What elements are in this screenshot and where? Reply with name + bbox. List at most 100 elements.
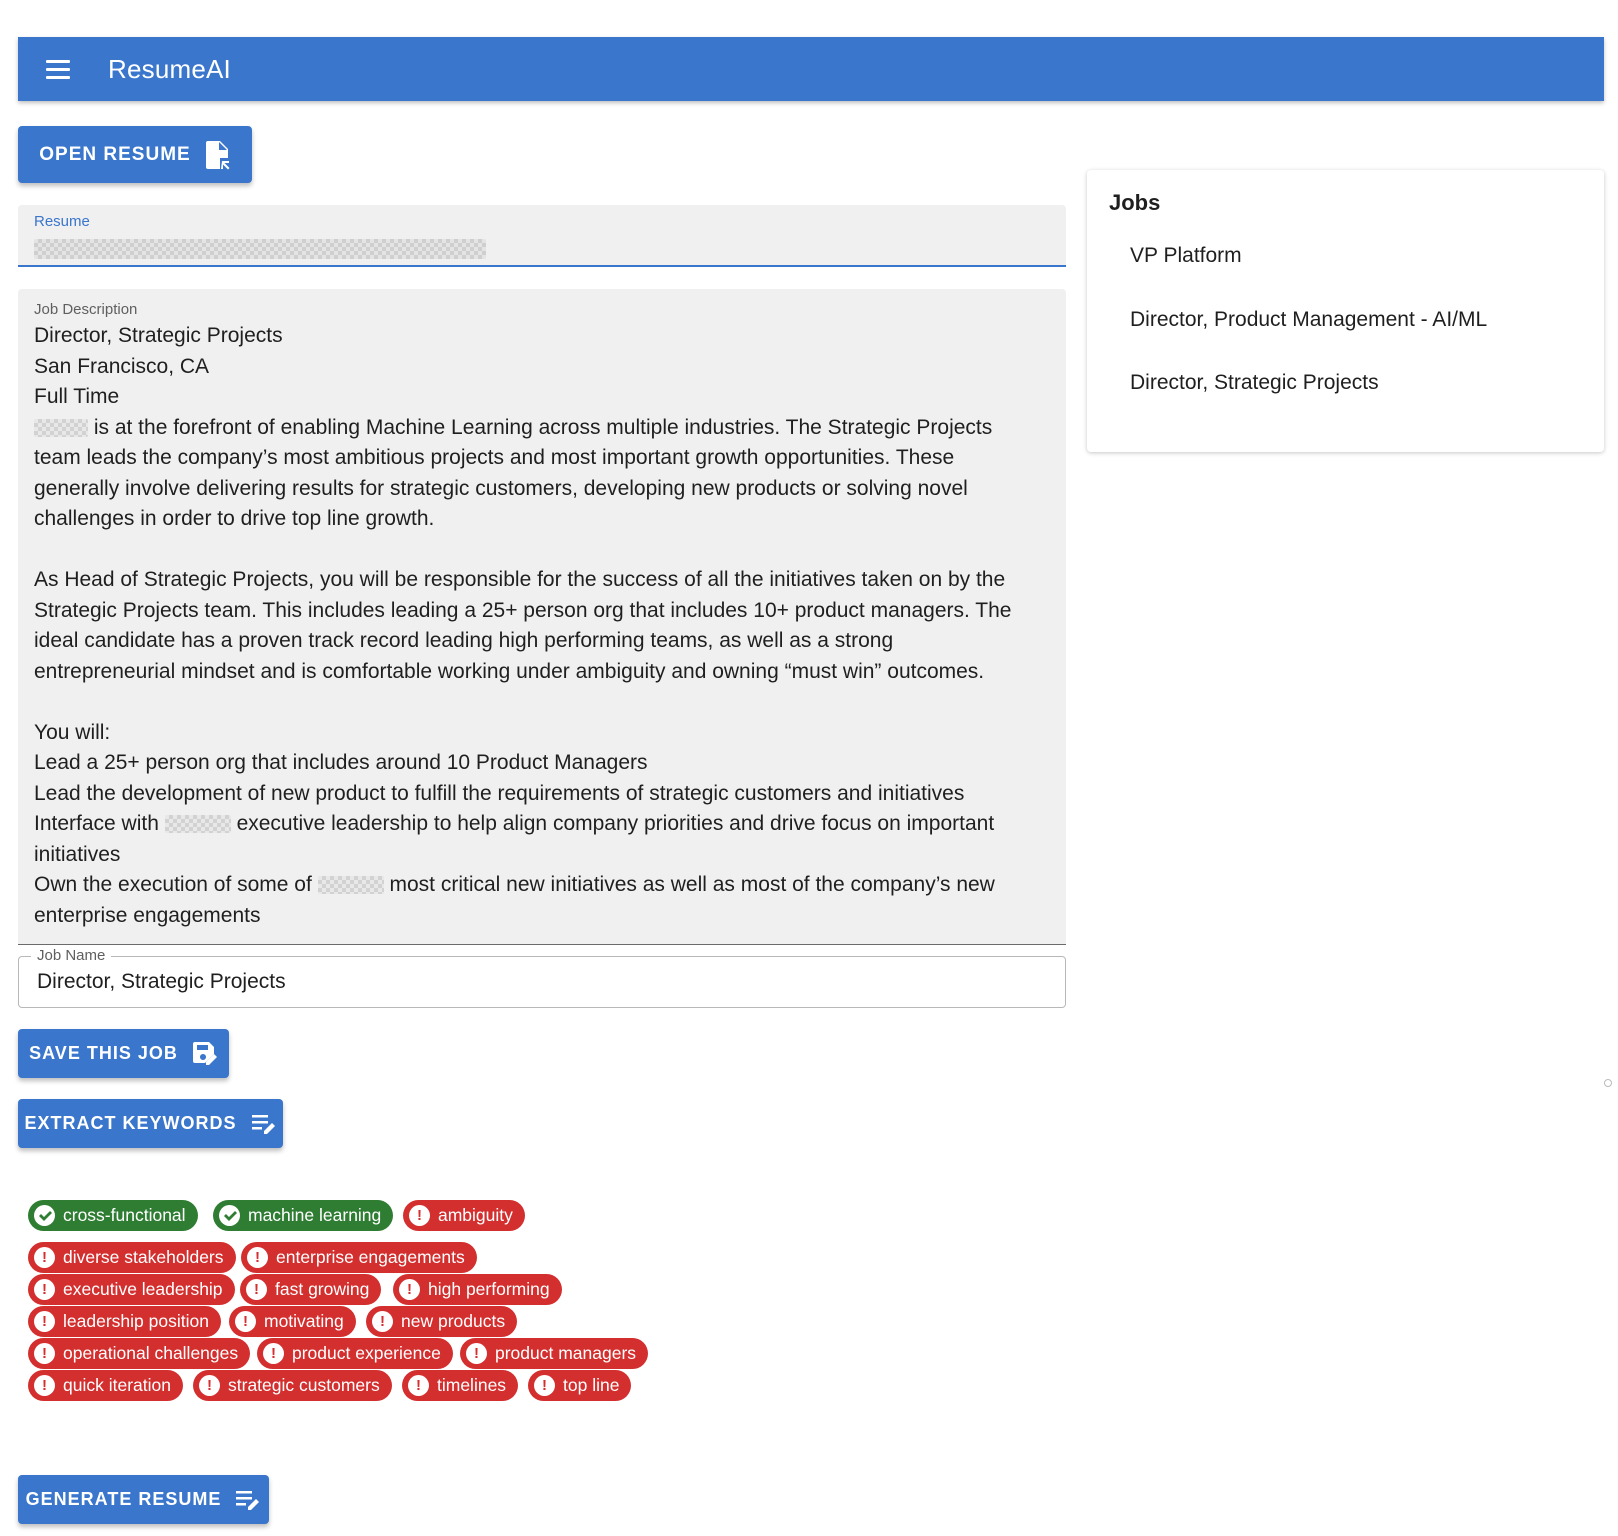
error-icon: !: [34, 1247, 55, 1268]
jd-line: generally involve delivering results for…: [34, 476, 968, 500]
error-icon: !: [534, 1375, 555, 1396]
keyword-label: ambiguity: [438, 1205, 513, 1225]
keyword-chip-matched[interactable]: machine learning: [213, 1200, 394, 1231]
error-icon: !: [466, 1343, 487, 1364]
jd-line-text: is at the forefront of enabling Machine …: [88, 415, 993, 439]
error-icon: !: [235, 1311, 256, 1332]
edit-note-icon: [251, 1114, 275, 1134]
keyword-chip-missing[interactable]: ! quick iteration: [28, 1370, 183, 1401]
error-icon: !: [34, 1279, 55, 1300]
save-job-label: SAVE THIS JOB: [29, 1043, 178, 1063]
keyword-chip-missing[interactable]: ! timelines: [402, 1370, 519, 1401]
jd-line: San Francisco, CA: [34, 354, 210, 378]
extract-keywords-button[interactable]: EXTRACT KEYWORDS: [18, 1099, 283, 1148]
jd-line-text: most critical new initiatives as well as…: [383, 873, 995, 896]
edit-note-icon: [236, 1490, 260, 1510]
keyword-chip-missing[interactable]: ! ambiguity: [403, 1200, 525, 1231]
error-icon: !: [34, 1375, 55, 1396]
generate-resume-label: GENERATE RESUME: [25, 1489, 222, 1509]
jd-line: initiatives: [34, 842, 121, 866]
jd-line: team leads the company’s most ambitious …: [34, 446, 955, 469]
keyword-label: strategic customers: [228, 1375, 380, 1395]
jd-line: entrepreneurial mindset and is comfortab…: [34, 659, 985, 683]
check-circle-icon: [219, 1205, 240, 1226]
error-icon: !: [372, 1311, 393, 1332]
resume-filename-redacted: [34, 239, 486, 259]
company-name-redacted: [317, 876, 384, 895]
job-description-text[interactable]: Director, Strategic Projects San Francis…: [34, 321, 1054, 931]
jd-line: Director, Strategic Projects: [34, 324, 283, 347]
job-description-field[interactable]: Job Description Director, Strategic Proj…: [18, 289, 1066, 945]
company-name-redacted: [164, 815, 231, 834]
jd-line: As Head of Strategic Projects, you will …: [34, 568, 1006, 591]
keyword-label: machine learning: [248, 1205, 382, 1225]
error-icon: !: [246, 1279, 267, 1300]
job-list-item[interactable]: VP Platform: [1130, 244, 1242, 268]
error-icon: !: [408, 1375, 429, 1396]
keyword-label: top line: [563, 1375, 620, 1395]
error-icon: !: [247, 1247, 268, 1268]
keyword-label: cross-functional: [63, 1205, 186, 1225]
job-name-value[interactable]: Director, Strategic Projects: [37, 970, 286, 994]
keyword-chip-matched[interactable]: cross-functional: [28, 1200, 198, 1231]
jd-blank-line: [34, 535, 1054, 566]
keyword-label: high performing: [428, 1279, 550, 1299]
keyword-label: diverse stakeholders: [63, 1247, 224, 1267]
extract-keywords-label: EXTRACT KEYWORDS: [24, 1113, 237, 1133]
jd-line-text: Interface with: [34, 812, 165, 835]
jd-blank-line: [34, 687, 1054, 718]
jd-line: Lead a 25+ person org that includes arou…: [34, 751, 648, 774]
jd-line: is at the forefront of enabling Machine …: [34, 413, 1054, 444]
keyword-chip-missing[interactable]: ! product experience: [257, 1338, 453, 1369]
scroll-indicator: [1604, 1079, 1612, 1087]
jd-line-text: executive leadership to help align compa…: [230, 812, 995, 835]
jd-line: Strategic Projects team. This includes l…: [34, 598, 1012, 622]
company-name-redacted: [34, 418, 88, 437]
job-name-label: Job Name: [31, 947, 112, 964]
resume-field[interactable]: Resume: [18, 205, 1066, 267]
resume-field-label: Resume: [34, 213, 90, 230]
keyword-label: leadership position: [63, 1311, 209, 1331]
jobs-title: Jobs: [1109, 190, 1161, 215]
keyword-chip-missing[interactable]: ! new products: [366, 1306, 518, 1337]
generate-resume-button[interactable]: GENERATE RESUME: [18, 1475, 269, 1524]
keyword-label: new products: [401, 1311, 506, 1331]
keyword-label: product experience: [292, 1343, 441, 1363]
error-icon: !: [34, 1343, 55, 1364]
check-circle-icon: [34, 1205, 55, 1226]
keyword-chip-missing[interactable]: ! operational challenges: [28, 1338, 251, 1369]
jd-line: ideal candidate has a proven track recor…: [34, 629, 894, 652]
keyword-chip-missing[interactable]: ! strategic customers: [193, 1370, 392, 1401]
keyword-label: motivating: [264, 1311, 344, 1331]
jd-line: Interface with executive leadership to h…: [34, 809, 1054, 840]
jd-line: enterprise engagements: [34, 903, 261, 927]
keyword-chip-missing[interactable]: ! top line: [528, 1370, 632, 1401]
keyword-chip-missing[interactable]: ! enterprise engagements: [241, 1242, 477, 1273]
app-title: ResumeAI: [108, 53, 231, 84]
keyword-label: operational challenges: [63, 1343, 239, 1363]
keyword-chip-missing[interactable]: ! fast growing: [240, 1274, 382, 1305]
keyword-chip-missing[interactable]: ! motivating: [229, 1306, 356, 1337]
job-list-item[interactable]: Director, Strategic Projects: [1130, 371, 1379, 395]
keyword-chip-missing[interactable]: ! diverse stakeholders: [28, 1242, 236, 1273]
keyword-chip-missing[interactable]: ! high performing: [393, 1274, 562, 1305]
keyword-chip-missing[interactable]: ! product managers: [460, 1338, 649, 1369]
jd-line: Full Time: [34, 385, 120, 408]
error-icon: !: [199, 1375, 220, 1396]
job-list-item[interactable]: Director, Product Management - AI/ML: [1130, 308, 1487, 332]
jd-line: Own the execution of some of most critic…: [34, 870, 1054, 901]
error-icon: !: [34, 1311, 55, 1332]
error-icon: !: [263, 1343, 284, 1364]
job-name-field[interactable]: Job Name Director, Strategic Projects: [18, 947, 1066, 1008]
jobs-card: Jobs VP Platform Director, Product Manag…: [1087, 170, 1604, 452]
open-resume-button[interactable]: OPEN RESUME: [18, 126, 252, 183]
hamburger-menu-icon[interactable]: [46, 54, 76, 84]
keyword-chip-missing[interactable]: ! leadership position: [28, 1306, 221, 1337]
error-icon: !: [399, 1279, 420, 1300]
keyword-label: product managers: [495, 1343, 637, 1363]
keyword-label: quick iteration: [63, 1375, 171, 1395]
jd-line-text: Own the execution of some of: [34, 873, 318, 896]
save-job-button[interactable]: SAVE THIS JOB: [18, 1029, 229, 1078]
keyword-chip-missing[interactable]: ! executive leadership: [28, 1274, 235, 1305]
keyword-label: enterprise engagements: [276, 1247, 465, 1267]
